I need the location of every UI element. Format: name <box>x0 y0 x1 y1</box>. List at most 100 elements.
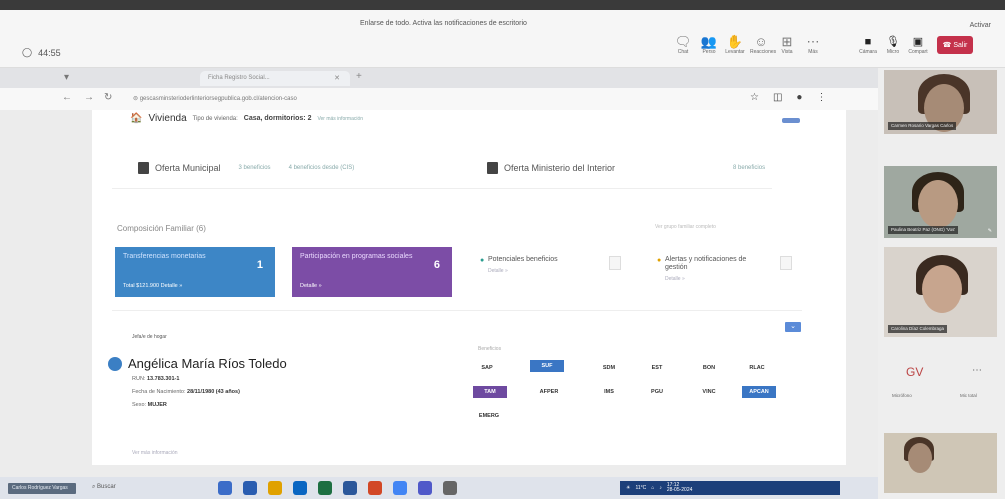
benefit-chip[interactable]: PGU <box>640 386 674 398</box>
back-icon[interactable]: ← <box>62 92 72 103</box>
tool-more[interactable]: ⋯ Más <box>802 34 824 56</box>
weather-icon: ☀ <box>626 485 631 491</box>
sidebar-icon[interactable]: ◫ <box>773 92 782 103</box>
activate-link[interactable]: Activar <box>970 22 991 29</box>
star-icon[interactable]: ☆ <box>750 92 759 103</box>
self-video[interactable] <box>884 433 997 493</box>
clock[interactable]: 17:12 28-05-2024 <box>667 483 693 493</box>
potenciales-beneficios: ● Potenciales beneficios Detalle » <box>480 256 558 275</box>
oferta-municipal-link-2[interactable]: 4 beneficios desde (CIS) <box>289 165 355 171</box>
benefit-chip[interactable]: SAP <box>470 362 504 374</box>
media-controls: ■ Cámara 🎙 Micro ▣ Compart ☎ Salir <box>858 36 973 55</box>
benefit-chip[interactable]: BON <box>692 362 726 374</box>
building-icon <box>487 162 498 174</box>
participant-name: Carolina Díaz Colembraga <box>888 325 948 333</box>
excel-icon[interactable] <box>318 481 332 495</box>
reload-icon[interactable]: ↻ <box>104 92 112 103</box>
oferta-municipal-link-1[interactable]: 3 beneficios <box>239 165 271 171</box>
building-icon <box>138 162 149 174</box>
benefit-chip[interactable]: SDM <box>592 362 626 374</box>
pin-icon[interactable]: ✎ <box>988 228 992 234</box>
participant-video[interactable]: Carmen Rosario Vargas Carlos <box>884 70 997 134</box>
expand-button[interactable]: ⌄ <box>785 322 801 332</box>
tool-reactions[interactable]: ☺ Reacciones <box>750 34 776 56</box>
people-icon: 👥 <box>700 34 718 49</box>
taskbar-search[interactable]: ⌕ Buscar <box>92 484 116 491</box>
leave-button[interactable]: ☎ Salir <box>937 36 973 54</box>
participant-initials: GV <box>906 365 924 379</box>
run-line: RUN: 13.783.301-1 <box>132 376 180 382</box>
tool-chat[interactable]: 🗨 Chat <box>672 35 694 56</box>
phone-icon: ☎ <box>942 42 952 49</box>
card-detail-link[interactable]: Total $121.900 Detalle » <box>123 283 182 289</box>
reaction-icon: ☺ <box>754 34 768 49</box>
chrome-icon[interactable] <box>393 481 407 495</box>
benefit-chip[interactable]: TAM <box>473 386 507 398</box>
weather-text: 11°C <box>635 485 647 491</box>
vivienda-type-value: Casa, dormitorios: 2 <box>243 115 312 122</box>
benefit-chip[interactable]: EST <box>640 362 674 374</box>
word-icon[interactable] <box>343 481 357 495</box>
detail-link[interactable]: Detalle » <box>488 267 558 275</box>
oferta-ministerio-link[interactable]: 8 beneficios <box>733 165 765 171</box>
profile-icon[interactable]: ● <box>796 92 802 103</box>
lock-icon: ⊜ <box>133 96 140 102</box>
benefit-chip[interactable]: SUF <box>530 360 564 372</box>
tab-search-icon[interactable]: ▾ <box>64 72 69 83</box>
ver-mas-link[interactable]: Ver más información <box>132 450 178 456</box>
close-icon[interactable]: ✕ <box>334 74 340 82</box>
participacion-card[interactable]: Participación en programas sociales 6 De… <box>292 247 452 297</box>
participant-video[interactable]: Paulina Beatriz Paz (ONG) 'Vos' ✎ <box>884 166 997 238</box>
more-icon: ⋯ <box>806 34 820 49</box>
participant-video[interactable]: Carolina Díaz Colembraga <box>884 247 997 337</box>
document-icon <box>780 256 792 270</box>
participants-rail: Carmen Rosario Vargas Carlos Paulina Bea… <box>878 68 1005 499</box>
app-icon[interactable] <box>368 481 382 495</box>
tool-view[interactable]: ⊞ Vista <box>776 35 798 56</box>
benefit-chip[interactable]: AFPER <box>532 386 566 398</box>
participant-initials-tile[interactable]: GV ⋯ Micrófono Mic total <box>884 353 997 413</box>
sex-line: Sexo: MUJER <box>132 402 167 408</box>
benefit-chip[interactable]: EMERG <box>472 410 506 422</box>
benefit-chip[interactable]: VINC <box>692 386 726 398</box>
volume-icon[interactable]: ♪ <box>659 485 662 491</box>
card-title: Transferencias monetarias <box>123 253 206 260</box>
taskbar-user-label[interactable]: Carlos Rodríguez Vargas <box>8 483 76 494</box>
app-icon[interactable] <box>243 481 257 495</box>
alertas-notificaciones: ● Alertas y notificaciones de gestión De… <box>657 256 770 283</box>
app-icon[interactable] <box>293 481 307 495</box>
app-icon[interactable] <box>443 481 457 495</box>
camera-toggle[interactable]: ■ Cámara <box>858 36 878 55</box>
menu-icon[interactable]: ⋮ <box>816 92 826 103</box>
transferencias-card[interactable]: Transferencias monetarias 1 Total $121.9… <box>115 247 275 297</box>
meeting-timer: ◯ 44:55 <box>22 47 61 58</box>
forward-icon[interactable]: → <box>84 92 94 103</box>
divider <box>112 310 802 311</box>
chevron-down-icon: ⌄ <box>790 323 796 330</box>
screen-top-strip <box>0 0 1005 10</box>
teams-icon[interactable] <box>418 481 432 495</box>
tool-raise-hand[interactable]: ✋ Levantar <box>724 35 746 56</box>
wifi-icon[interactable]: ⌂ <box>651 485 654 491</box>
oferta-ministerio-title: Oferta Ministerio del Interior <box>504 163 616 173</box>
notification-banner[interactable]: Enlarse de todo. Activa las notificacion… <box>360 20 527 27</box>
benefit-chip[interactable]: RLAC <box>740 362 774 374</box>
vivienda-more-link[interactable]: Ver más información <box>317 116 363 122</box>
grupo-familiar-link[interactable]: Ver grupo familiar completo <box>655 224 716 230</box>
detail-link[interactable]: Detalle » <box>665 275 770 283</box>
person-name: Angélica María Ríos Toledo <box>128 356 287 371</box>
tool-people[interactable]: 👥 Perso <box>698 34 720 56</box>
share-button[interactable]: ▣ Compart <box>908 36 928 55</box>
participant-face <box>922 265 962 313</box>
participant-face <box>918 180 958 228</box>
browser-tab[interactable]: Ficha Registro Social... ✕ <box>200 71 350 86</box>
folder-icon[interactable] <box>268 481 282 495</box>
app-icon[interactable] <box>218 481 232 495</box>
benefit-chip[interactable]: APCAN <box>742 386 776 398</box>
address-bar[interactable]: ⊜ gescasminsterioderlinteriorsegpublica.… <box>125 92 745 107</box>
card-detail-link[interactable]: Detalle » <box>300 283 322 289</box>
mic-toggle[interactable]: 🎙 Micro <box>883 36 903 55</box>
more-icon[interactable]: ⋯ <box>972 365 982 376</box>
benefit-chip[interactable]: IMS <box>592 386 626 398</box>
new-tab-icon[interactable]: + <box>356 71 362 82</box>
